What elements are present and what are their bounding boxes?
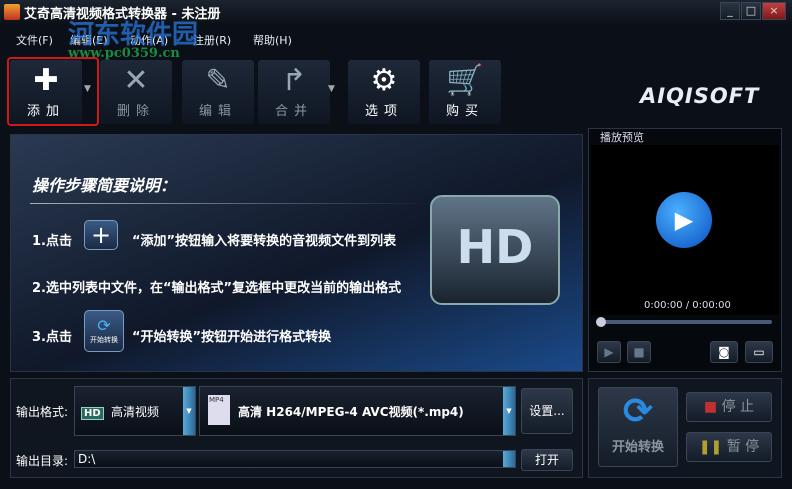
step1-prefix: 1.点击 [32, 234, 72, 249]
dir-browse-handle[interactable] [503, 451, 515, 467]
snapshot-camera-icon[interactable]: ◙ [710, 341, 738, 363]
convert-icon: ⟳ [622, 391, 654, 432]
buy-button[interactable]: 🛒 购买 [429, 60, 501, 124]
watermark-url: www.pc0359.cn [68, 46, 180, 61]
play-icon[interactable]: ▶ [656, 192, 712, 248]
film-edit-icon: ✎ [205, 63, 231, 98]
seek-handle[interactable] [596, 317, 606, 327]
stop-button[interactable]: ■ 停 止 [686, 392, 772, 422]
format-select[interactable]: MP4 高清 H264/MPEG-4 AVC视频(*.mp4) ▼ [199, 386, 516, 436]
app-icon [4, 4, 20, 20]
dir-label: 输出目录: [16, 454, 69, 468]
gear-icon: ⚙ [370, 63, 398, 98]
fullscreen-icon[interactable]: ▭ [745, 341, 773, 363]
minimize-button[interactable]: _ [720, 2, 740, 20]
step1-plus-icon: + [84, 220, 118, 250]
menu-file[interactable]: 文件(F) [16, 32, 53, 48]
menu-register[interactable]: 注册(R) [193, 32, 231, 48]
pause-button[interactable]: ❚❚ 暂 停 [686, 432, 772, 462]
preview-label: 播放预览 [600, 131, 644, 144]
start-convert-button[interactable]: ⟳ 开始转换 [598, 387, 678, 467]
buy-label: 购买 [445, 104, 484, 119]
category-dropdown-icon[interactable]: ▼ [183, 387, 195, 435]
category-value: 高清视频 [111, 405, 160, 419]
pause-icon: ❚❚ [698, 439, 723, 455]
time-display: 0:00:00 / 0:00:00 [644, 300, 731, 311]
output-dir-value: D:\ [78, 452, 96, 466]
x-icon: ✕ [123, 63, 149, 98]
step2-text: 2.选中列表中文件，在“输出格式”复选框中更改当前的输出格式 [32, 281, 402, 296]
step3-convert-icon: ⟳ 开始转换 [84, 310, 124, 352]
output-dir-input[interactable]: D:\ [74, 450, 516, 468]
seek-slider[interactable] [598, 320, 772, 324]
cart-icon: 🛒 [446, 63, 484, 98]
open-button[interactable]: 打开 [521, 449, 573, 471]
guide-divider [30, 203, 430, 204]
hd-category-icon: HD [81, 407, 104, 420]
category-select[interactable]: HD 高清视频 ▼ [74, 386, 196, 436]
mp4-file-icon: MP4 [208, 395, 230, 425]
step3-prefix: 3.点击 [32, 330, 72, 345]
maximize-button[interactable]: □ [741, 2, 761, 20]
brand-logo: AIQISOFT [640, 84, 760, 108]
format-value: 高清 H264/MPEG-4 AVC视频(*.mp4) [238, 405, 464, 419]
merge-label: 合并 [274, 104, 313, 119]
close-button[interactable]: × [762, 2, 786, 20]
step1-text: “添加”按钮输入将要转换的音视频文件到列表 [132, 234, 397, 249]
delete-button[interactable]: ✕ 删除 [100, 60, 172, 124]
add-button-highlight [7, 57, 99, 126]
edit-button[interactable]: ✎ 编辑 [182, 60, 254, 124]
format-label: 输出格式: [16, 405, 69, 419]
play-button[interactable]: ▶ [597, 341, 621, 363]
options-button[interactable]: ⚙ 选项 [348, 60, 420, 124]
edit-label: 编辑 [198, 104, 237, 119]
menu-help[interactable]: 帮助(H) [253, 32, 292, 48]
format-dropdown-icon[interactable]: ▼ [503, 387, 515, 435]
step3-text: “开始转换”按钮开始进行格式转换 [132, 330, 332, 345]
merge-dropdown-icon[interactable]: ▼ [328, 84, 335, 94]
guide-heading: 操作步骤简要说明： [32, 176, 177, 195]
settings-button[interactable]: 设置... [521, 388, 573, 434]
delete-label: 删除 [116, 104, 155, 119]
stop-icon: ■ [703, 399, 718, 415]
merge-button[interactable]: ↱ 合并 [258, 60, 330, 124]
merge-arrow-icon: ↱ [281, 63, 307, 98]
hd-graphic: HD [430, 195, 560, 305]
options-label: 选项 [364, 104, 403, 119]
stop-preview-button[interactable]: ■ [627, 341, 651, 363]
